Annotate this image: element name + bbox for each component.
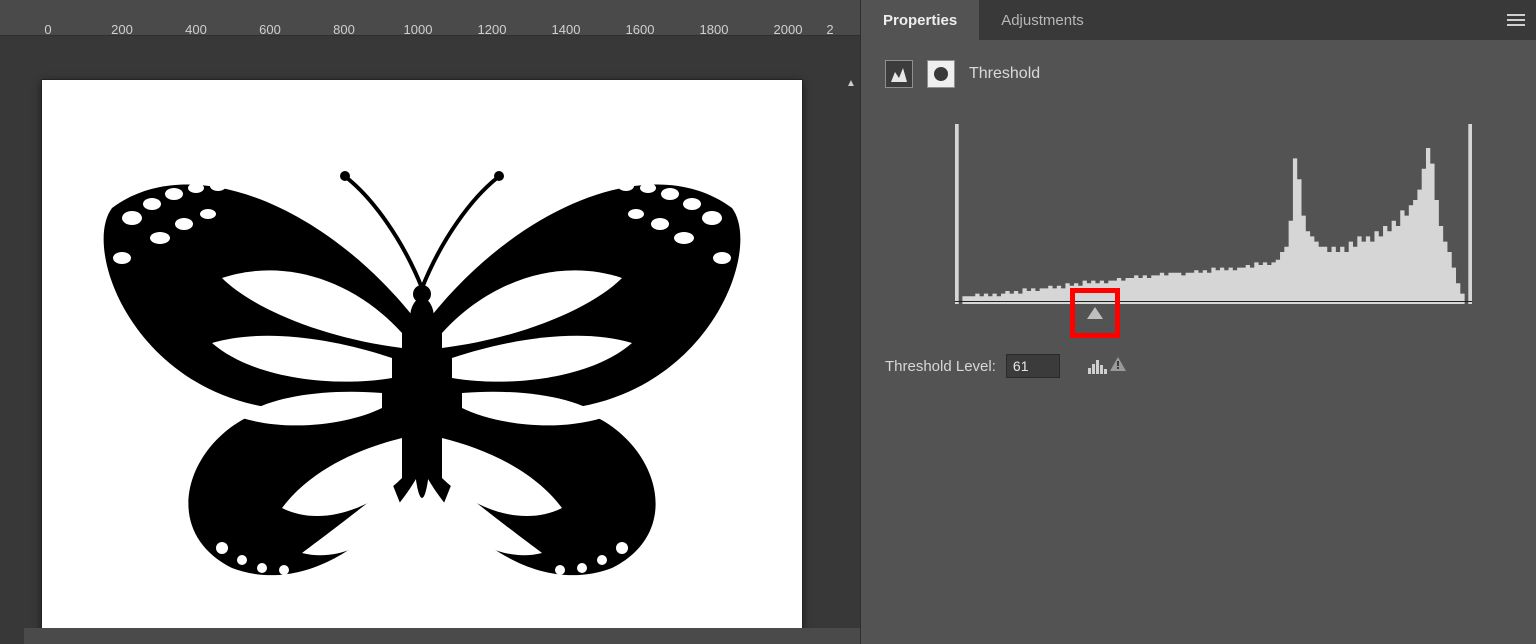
- threshold-adjustment-icon: [885, 60, 913, 88]
- ruler-tick: 2: [826, 22, 833, 37]
- tab-properties[interactable]: Properties: [861, 0, 979, 40]
- canvas-stage[interactable]: ▲: [0, 36, 860, 644]
- adjustment-title: Threshold: [969, 65, 1040, 83]
- properties-panel: Properties Adjustments Threshold: [860, 0, 1536, 644]
- tab-adjustments[interactable]: Adjustments: [979, 0, 1106, 40]
- ruler-tick: 1400: [552, 22, 581, 37]
- butterfly-image: [72, 108, 772, 608]
- threshold-level-label: Threshold Level:: [885, 358, 996, 375]
- ruler-tick: 800: [333, 22, 355, 37]
- ruler-horizontal: 0 200 400 600 800 1000 1200 1400 1600 1800 2000 2: [0, 0, 860, 36]
- threshold-level-row: Threshold Level:: [885, 354, 1512, 378]
- threshold-slider-handle[interactable]: [1087, 307, 1103, 319]
- ruler-tick: 600: [259, 22, 281, 37]
- ruler-tick: 0: [44, 22, 51, 37]
- panel-menu-icon[interactable]: [1496, 0, 1536, 40]
- histogram-icon: [1088, 358, 1108, 374]
- adjustment-header: Threshold: [885, 60, 1512, 88]
- ruler-tick: 400: [185, 22, 207, 37]
- ruler-tick: 1600: [626, 22, 655, 37]
- ruler-tick: 1000: [404, 22, 433, 37]
- panel-body: Threshold Threshold Level:: [861, 40, 1536, 398]
- histogram-graph: [955, 118, 1472, 304]
- ruler-tick: 200: [111, 22, 133, 37]
- panel-tabbar: Properties Adjustments: [861, 0, 1536, 40]
- canvas-pane: 0 200 400 600 800 1000 1200 1400 1600 1800 2000 2 ▲: [0, 0, 860, 644]
- app-root: 0 200 400 600 800 1000 1200 1400 1600 1800 2000 2 ▲: [0, 0, 1536, 644]
- layer-mask-icon[interactable]: [927, 60, 955, 88]
- auto-threshold-button[interactable]: [1088, 357, 1126, 375]
- ruler-tick: 1200: [478, 22, 507, 37]
- histogram-axis: [955, 301, 1472, 302]
- threshold-level-input[interactable]: [1006, 354, 1060, 378]
- document-canvas[interactable]: [42, 80, 802, 636]
- scroll-up-arrow-icon[interactable]: ▲: [844, 78, 858, 92]
- histogram: [955, 118, 1472, 314]
- ruler-tick: 2000: [774, 22, 803, 37]
- ruler-tick: 1800: [700, 22, 729, 37]
- warning-icon: [1110, 357, 1126, 375]
- scrollbar-horizontal[interactable]: [24, 628, 860, 644]
